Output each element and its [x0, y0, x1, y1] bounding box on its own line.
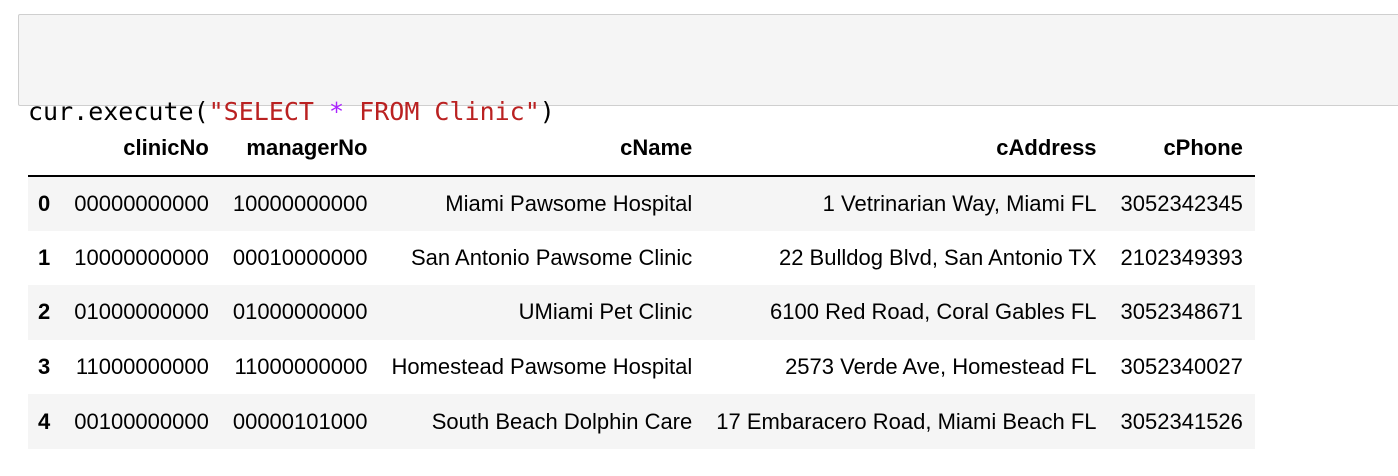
cell-cphone: 3052348671	[1120, 299, 1243, 325]
table-row: 2 01000000000 01000000000 UMiami Pet Cli…	[28, 285, 1255, 340]
row-index: 4	[38, 408, 51, 434]
cell-cname: South Beach Dolphin Care	[431, 408, 693, 434]
dataframe-table: clinicNo managerNo cName cAddress cPhone…	[28, 120, 1255, 449]
cell-managerno: 10000000000	[232, 190, 368, 216]
cell-cphone: 2102349393	[1120, 244, 1243, 270]
table-row: 0 00000000000 10000000000 Miami Pawsome …	[28, 176, 1255, 231]
column-header-managerno: managerNo	[220, 120, 380, 177]
cell-caddress: 22 Bulldog Blvd, San Antonio TX	[778, 244, 1097, 270]
row-index: 3	[38, 354, 51, 380]
column-header-cname: cName	[379, 120, 705, 177]
code-cell-input[interactable]: cur.execute("SELECT * FROM Clinic") show…	[18, 14, 1398, 225]
header-row: clinicNo managerNo cName cAddress cPhone	[28, 120, 1255, 177]
table-row: 4 00100000000 00000101000 South Beach Do…	[28, 394, 1255, 449]
row-index: 2	[38, 299, 51, 325]
cell-cphone: 3052341526	[1120, 408, 1243, 434]
table-row: 1 10000000000 00010000000 San Antonio Pa…	[28, 230, 1255, 286]
cell-caddress: 6100 Red Road, Coral Gables FL	[770, 299, 1097, 325]
cell-cname: Miami Pawsome Hospital	[445, 190, 693, 216]
row-index: 1	[38, 244, 51, 270]
cell-cname: UMiami Pet Clinic	[518, 299, 693, 325]
dataframe-output: clinicNo managerNo cName cAddress cPhone…	[28, 120, 1255, 449]
row-index: 0	[38, 190, 51, 216]
index-header	[28, 120, 63, 177]
cell-cphone: 3052340027	[1120, 354, 1243, 380]
cell-clinicno: 00000000000	[74, 190, 209, 216]
cell-clinicno: 00100000000	[74, 408, 209, 434]
cell-caddress: 2573 Verde Ave, Homestead FL	[785, 354, 1097, 380]
column-header-cphone: cPhone	[1108, 120, 1255, 177]
cell-clinicno: 11000000000	[75, 354, 209, 380]
cell-caddress: 17 Embaracero Road, Miami Beach FL	[716, 408, 1097, 434]
cell-cname: San Antonio Pawsome Clinic	[410, 244, 693, 270]
cell-managerno: 01000000000	[232, 299, 368, 325]
cell-clinicno: 10000000000	[74, 244, 209, 270]
cell-managerno: 11000000000	[234, 354, 368, 380]
cell-clinicno: 01000000000	[74, 299, 209, 325]
cell-cphone: 3052342345	[1120, 190, 1243, 216]
cell-caddress: 1 Vetrinarian Way, Miami FL	[822, 190, 1097, 216]
column-header-clinicno: clinicNo	[62, 120, 221, 177]
cell-managerno: 00000101000	[232, 408, 368, 434]
table-row: 3 11000000000 11000000000 Homestead Paws…	[28, 339, 1255, 395]
cell-cname: Homestead Pawsome Hospital	[391, 354, 693, 380]
column-header-caddress: cAddress	[704, 120, 1109, 177]
cell-managerno: 00010000000	[232, 244, 368, 270]
